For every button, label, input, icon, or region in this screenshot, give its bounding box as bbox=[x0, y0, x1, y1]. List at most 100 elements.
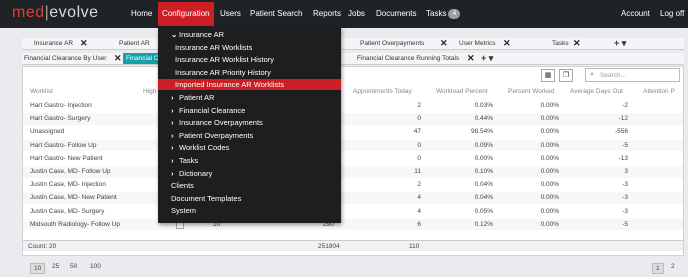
nav-reports[interactable]: Reports bbox=[313, 9, 341, 18]
menu-item-insurance-ar[interactable]: ⌄ Insurance AR bbox=[158, 29, 341, 40]
tab-insurance-ar[interactable]: Insurance AR ✕ bbox=[34, 38, 88, 48]
table-row[interactable]: Justin Case, MD- Follow Up 11 0.10% 0.00% 3 bbox=[23, 166, 683, 178]
menu-item-tasks[interactable]: › Tasks bbox=[158, 155, 341, 166]
nav-patient-search[interactable]: Patient Search bbox=[250, 9, 302, 18]
menu-item-insurance-overpayments[interactable]: › Insurance Overpayments bbox=[158, 117, 341, 128]
column-header-appointments-today[interactable]: Appointments Today bbox=[353, 88, 412, 95]
search-input[interactable]: ⌕ Search... bbox=[585, 68, 680, 82]
page-size-10[interactable]: 10 bbox=[30, 263, 46, 274]
nav-configuration[interactable]: Configuration bbox=[158, 2, 214, 26]
search-placeholder: Search... bbox=[600, 72, 627, 79]
nav-documents[interactable]: Documents bbox=[376, 9, 416, 18]
chevron-right-icon: › bbox=[171, 130, 174, 140]
menu-item-label: Dictionary bbox=[179, 168, 213, 178]
table-row[interactable]: Hart Gastro- Injection 2 0.03% 0.00% -2 bbox=[23, 100, 683, 112]
menu-item-label: Tasks bbox=[179, 156, 199, 165]
tab-patient-overpayments[interactable]: Patient Overpayments ✕ bbox=[360, 38, 448, 48]
menu-item-worklist-codes[interactable]: › Worklist Codes bbox=[158, 142, 341, 153]
close-icon[interactable]: ✕ bbox=[503, 38, 511, 49]
tab-financial-clearance-running-totals[interactable]: Financial Clearance Running Totals ✕ bbox=[357, 53, 475, 63]
column-header-average-days-out[interactable]: Average Days Out bbox=[570, 88, 623, 95]
tab-label: User Metrics bbox=[459, 40, 496, 47]
cell-average-days-out: -13 bbox=[618, 154, 628, 162]
table-row[interactable]: Justin Case, MD- Injection 2 0.04% 0.00% -3 bbox=[23, 179, 683, 191]
cell-workload-percent: 0.09% bbox=[474, 141, 493, 149]
menu-item-label: Insurance AR Worklists bbox=[175, 42, 253, 52]
nav-tasks-label: Tasks bbox=[426, 9, 447, 19]
page-size-100[interactable]: 100 bbox=[90, 263, 101, 270]
cell-percent-worked: 0.00% bbox=[540, 181, 559, 189]
nav-users[interactable]: Users bbox=[220, 9, 241, 18]
tab-patient-ar[interactable]: Patient AR bbox=[119, 40, 150, 47]
table-row[interactable]: Midsouth Radiology- Follow Up 10 290 6 0.12%… bbox=[23, 218, 683, 231]
nav-account[interactable]: Account bbox=[621, 9, 650, 18]
cell-workload-percent: 0.44% bbox=[474, 115, 493, 123]
cell-percent-worked: 0.00% bbox=[540, 168, 559, 175]
page-size-25[interactable]: 25 bbox=[52, 263, 59, 270]
menu-item-financial-clearance[interactable]: › Financial Clearance bbox=[158, 105, 341, 116]
table-row[interactable]: Unassigned 47 98.54% 0.00% -556 bbox=[23, 126, 683, 138]
menu-item-imported-insurance-ar-worklists[interactable]: Imported Insurance AR Worklists bbox=[158, 79, 341, 91]
column-header-worklist[interactable]: Worklist bbox=[30, 88, 53, 95]
cell-average-days-out: -556 bbox=[614, 128, 628, 136]
menu-item-patient-overpayments[interactable]: › Patient Overpayments bbox=[158, 130, 341, 141]
table-row[interactable]: Hart Gastro- Surgery✓00.44%0.00%-12 bbox=[23, 113, 683, 125]
page-1[interactable]: 1 bbox=[652, 263, 664, 274]
column-header-high[interactable]: High bbox=[143, 88, 156, 95]
close-icon[interactable]: ✕ bbox=[80, 38, 88, 49]
menu-item-clients[interactable]: Clients bbox=[158, 180, 341, 191]
page-2[interactable]: 2 bbox=[671, 263, 675, 270]
menu-item-insurance-ar-priority-history[interactable]: Insurance AR Priority History bbox=[158, 67, 341, 78]
menu-item-label: Clients bbox=[171, 181, 194, 191]
row-count: Count: 20 bbox=[28, 243, 57, 250]
copy-icon[interactable]: ❐ bbox=[559, 69, 573, 82]
tab-user-metrics[interactable]: User Metrics ✕ bbox=[459, 38, 511, 48]
tab-label: Insurance AR bbox=[34, 40, 74, 47]
menu-item-insurance-ar-worklist-history[interactable]: Insurance AR Worklist History bbox=[158, 54, 341, 65]
page-size-50[interactable]: 50 bbox=[70, 263, 77, 270]
column-header-percent-worked[interactable]: Percent Worked bbox=[508, 88, 554, 95]
nav-jobs[interactable]: Jobs bbox=[348, 9, 365, 18]
nav-home[interactable]: Home bbox=[131, 9, 152, 18]
close-icon[interactable]: ✕ bbox=[440, 38, 448, 49]
configuration-dropdown-menu: ⌄ Insurance AR Insurance AR Worklists Insur… bbox=[158, 26, 341, 223]
menu-item-system[interactable]: System bbox=[158, 205, 341, 216]
table-row[interactable]: Justin Case, MD- Surgery 4 0.05% 0.00% -3 bbox=[23, 206, 683, 218]
menu-item-patient-ar[interactable]: › Patient AR bbox=[158, 92, 341, 103]
cell-workload-percent: 0.12% bbox=[474, 220, 493, 228]
nav-tasks[interactable]: Tasks 4 bbox=[426, 9, 461, 19]
add-tab-button[interactable]: + ▾ bbox=[614, 38, 626, 49]
menu-item-label: Patient Overpayments bbox=[179, 130, 254, 140]
nav-logoff[interactable]: Log off bbox=[660, 9, 684, 18]
menu-item-label: Insurance AR Priority History bbox=[175, 67, 271, 77]
add-tab-button[interactable]: + ▾ bbox=[481, 53, 493, 64]
medevolve-logo[interactable]: med|evolve bbox=[12, 4, 99, 22]
menu-item-document-templates[interactable]: Document Templates bbox=[158, 193, 341, 204]
close-icon[interactable]: ✕ bbox=[114, 53, 122, 64]
chevron-right-icon: › bbox=[171, 118, 174, 128]
menu-item-label: Imported Insurance AR Worklists bbox=[175, 80, 285, 90]
grid-footer: Count: 20 251804 110 bbox=[23, 240, 683, 251]
close-icon[interactable]: ✕ bbox=[573, 38, 581, 49]
cell-average-days-out: -5 bbox=[622, 141, 628, 149]
table-row[interactable]: Justin Case, MD- New Patient 4 0.04% 0.00% -… bbox=[23, 192, 683, 205]
chevron-right-icon: › bbox=[171, 156, 174, 165]
tab-financial-clearance-by-user[interactable]: Financial Clearance By User ✕ bbox=[24, 53, 122, 63]
chevron-down-icon: ⌄ bbox=[171, 30, 178, 39]
column-header-workload-percent[interactable]: Workload Percent bbox=[436, 88, 488, 95]
table-row[interactable]: Hart Gastro- Follow Up 0 0.09% 0.00% -5 bbox=[23, 139, 683, 152]
logo-text-med: med bbox=[12, 4, 45, 21]
table-row[interactable]: Hart Gastro- New Patient 0 0.00% 0.00% -13 bbox=[23, 153, 683, 165]
tab-label: Patient Overpayments bbox=[360, 40, 425, 47]
cell-appointments-today: 0 bbox=[417, 115, 421, 123]
tab-tasks[interactable]: Tasks ✕ bbox=[552, 38, 581, 48]
export-excel-icon[interactable]: ▦ bbox=[541, 69, 555, 82]
tab-financial-clearance-active[interactable]: Financial C bbox=[123, 53, 162, 64]
menu-item-dictionary[interactable]: › Dictionary bbox=[158, 168, 341, 179]
column-header-attention[interactable]: Attention P bbox=[643, 88, 675, 95]
menu-item-insurance-ar-worklists[interactable]: Insurance AR Worklists bbox=[158, 42, 341, 53]
close-icon[interactable]: ✕ bbox=[467, 53, 475, 64]
tab-label: Financial Clearance By User bbox=[24, 55, 107, 62]
menu-item-label: Patient AR bbox=[179, 93, 215, 102]
chevron-right-icon: › bbox=[171, 168, 174, 178]
